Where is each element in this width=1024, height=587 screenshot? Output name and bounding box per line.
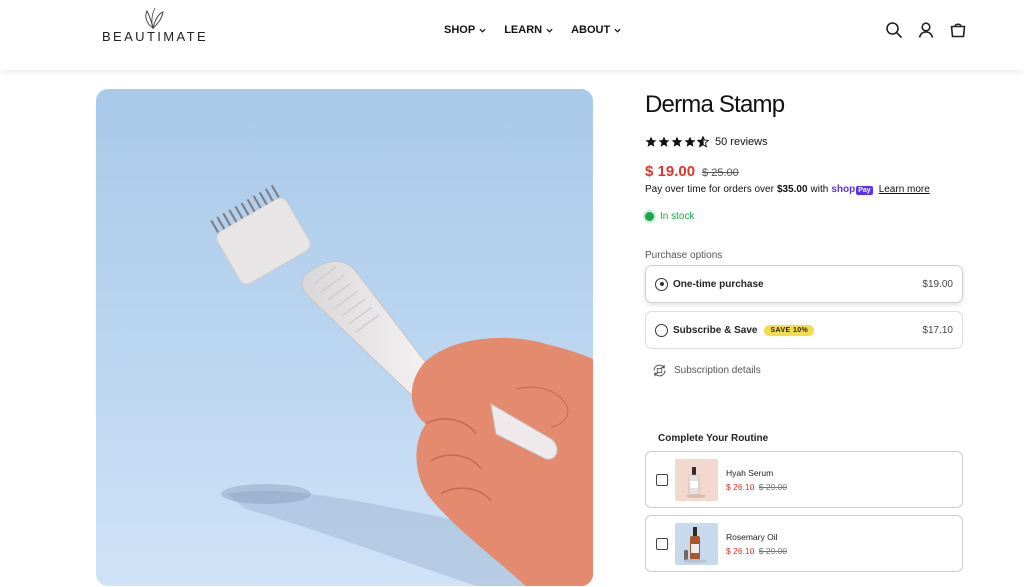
serum-bottle-image	[675, 458, 718, 501]
shop-pay-shop-text: shop	[831, 184, 856, 195]
main-nav: SHOP LEARN ABOUT	[444, 22, 621, 38]
product-image[interactable]: beautimate	[96, 89, 593, 586]
chevron-down-icon	[614, 28, 621, 33]
radio-selected-icon[interactable]	[655, 277, 668, 291]
subscription-details-link[interactable]: Subscription details	[651, 362, 761, 379]
routine-item: Hyah Serum $ 26.10 $ 29.00	[645, 451, 963, 508]
routine-title: Complete Your Routine	[658, 433, 769, 444]
installments-threshold: $35.00	[776, 184, 808, 195]
product-photo: beautimate	[210, 184, 593, 586]
star-full-icon	[645, 136, 657, 147]
routine-item-price-row: $ 26.10 $ 29.00	[726, 546, 787, 556]
chevron-down-icon	[479, 28, 486, 33]
installments-with: with	[810, 184, 829, 195]
option-subscribe[interactable]: Subscribe & Save SAVE 10% $17.10	[645, 311, 963, 349]
sale-price: $ 19.00	[645, 163, 696, 180]
star-full-icon	[658, 136, 670, 147]
cart-icon[interactable]	[949, 21, 967, 39]
brand-logo[interactable]: BEAUTIMATE	[101, 6, 209, 46]
header-actions	[885, 21, 967, 39]
routine-item-price: $ 26.10	[726, 481, 755, 492]
stock-label: In stock	[660, 211, 695, 222]
account-icon[interactable]	[917, 21, 935, 39]
save-badge: SAVE 10%	[764, 324, 815, 336]
routine-item-compare-price: $ 29.00	[758, 545, 788, 556]
option-one-time-price: $19.00	[922, 278, 953, 290]
shop-pay-badge: Pay	[856, 186, 873, 195]
star-half-icon	[697, 136, 709, 148]
oil-bottle-image	[675, 522, 718, 565]
routine-item-price: $ 26.10	[726, 545, 755, 556]
nav-learn[interactable]: LEARN	[504, 22, 553, 38]
option-one-time[interactable]: One-time purchase $19.00	[645, 265, 963, 303]
subscription-cycle-icon	[653, 364, 666, 377]
purchase-options-label: Purchase options	[645, 250, 723, 261]
chevron-down-icon	[546, 28, 553, 33]
logo-text: BEAUTIMATE	[101, 29, 209, 44]
routine-item: Rosemary Oil $ 26.10 $ 29.00	[645, 515, 963, 572]
compare-price: $ 25.00	[702, 167, 739, 179]
routine-item-thumbnail[interactable]	[675, 522, 718, 565]
routine-item-name[interactable]: Rosemary Oil	[726, 532, 787, 542]
site-header: BEAUTIMATE SHOP LEARN ABOUT	[0, 0, 1024, 70]
nav-about-label: ABOUT	[571, 24, 611, 36]
option-subscribe-label: Subscribe & Save	[673, 324, 758, 336]
nav-learn-label: LEARN	[504, 24, 543, 36]
routine-item-checkbox[interactable]	[656, 537, 668, 550]
reviews-count[interactable]: 50 reviews	[715, 136, 768, 148]
star-rating	[645, 136, 709, 148]
routine-item-price-row: $ 26.10 $ 29.00	[726, 482, 787, 492]
routine-item-compare-price: $ 29.00	[758, 481, 788, 492]
routine-item-info: Hyah Serum $ 26.10 $ 29.00	[726, 468, 787, 492]
option-one-time-label: One-time purchase	[673, 278, 764, 290]
stock-status: In stock	[645, 211, 694, 222]
routine-item-checkbox[interactable]	[656, 473, 668, 486]
nav-about[interactable]: ABOUT	[571, 22, 621, 38]
nav-shop-label: SHOP	[444, 24, 476, 36]
nav-shop[interactable]: SHOP	[444, 22, 486, 38]
routine-item-thumbnail[interactable]	[675, 458, 718, 501]
search-icon[interactable]	[885, 21, 903, 39]
subscription-details-label: Subscription details	[674, 365, 761, 376]
stock-dot-icon	[645, 212, 654, 221]
routine-item-info: Rosemary Oil $ 26.10 $ 29.00	[726, 532, 787, 556]
product-title: Derma Stamp	[645, 91, 785, 118]
radio-unselected-icon[interactable]	[655, 323, 668, 337]
learn-more-link[interactable]: Learn more	[879, 184, 930, 195]
option-subscribe-price: $17.10	[922, 324, 953, 336]
star-full-icon	[684, 136, 696, 147]
shop-pay-logo: shop Pay	[831, 184, 873, 195]
installments-text: Pay over time for orders over	[645, 184, 774, 195]
routine-item-name[interactable]: Hyah Serum	[726, 468, 787, 478]
star-full-icon	[671, 136, 683, 147]
price-row: $ 19.00 $ 25.00	[645, 163, 739, 180]
installments-banner: Pay over time for orders over $35.00 wit…	[645, 184, 930, 195]
product-rating[interactable]: 50 reviews	[645, 136, 768, 148]
